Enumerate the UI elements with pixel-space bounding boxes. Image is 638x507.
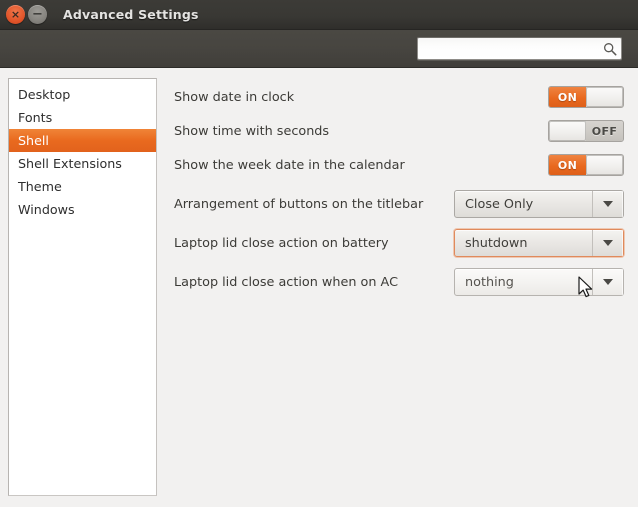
close-button[interactable]: × [6, 5, 25, 24]
close-icon: × [10, 8, 21, 21]
sidebar-item-desktop[interactable]: Desktop [9, 83, 156, 106]
chevron-down-icon[interactable] [592, 269, 623, 295]
sidebar-item-label: Windows [18, 202, 75, 217]
sidebar-item-label: Shell Extensions [18, 156, 122, 171]
sidebar-item-label: Shell [18, 133, 49, 148]
sidebar-item-shell-extensions[interactable]: Shell Extensions [9, 152, 156, 175]
sidebar-item-label: Theme [18, 179, 62, 194]
toolbar [0, 30, 638, 68]
sidebar-item-windows[interactable]: Windows [9, 198, 156, 221]
setting-label: Show the week date in the calendar [174, 157, 405, 173]
toggle-show-date-in-clock[interactable]: ON [548, 86, 624, 108]
dropdown-value: Close Only [465, 196, 534, 212]
setting-label: Laptop lid close action on battery [174, 235, 389, 251]
setting-control: shutdown [439, 229, 624, 257]
setting-row-show-date-in-clock: Show date in clock ON [169, 80, 624, 114]
setting-row-show-time-with-seconds: Show time with seconds OFF [169, 114, 624, 148]
setting-label: Laptop lid close action when on AC [174, 274, 399, 290]
setting-control: OFF [439, 120, 624, 142]
sidebar-item-fonts[interactable]: Fonts [9, 106, 156, 129]
setting-row-titlebar-buttons: Arrangement of buttons on the titlebar C… [169, 187, 624, 221]
toggle-off-label: OFF [586, 121, 623, 141]
dropdown-titlebar-buttons[interactable]: Close Only [454, 190, 624, 218]
sidebar-item-label: Fonts [18, 110, 53, 125]
sidebar-item-shell[interactable]: Shell [9, 129, 156, 152]
advanced-settings-window: × − Advanced Settings Desktop Fonts Shel… [0, 0, 638, 507]
toggle-on-label: ON [549, 155, 586, 175]
setting-control: ON [439, 154, 624, 176]
sidebar-item-label: Desktop [18, 87, 71, 102]
toggle-show-week-date[interactable]: ON [548, 154, 624, 176]
toggle-on-label: ON [549, 87, 586, 107]
dropdown-value: shutdown [465, 235, 528, 251]
window-title: Advanced Settings [63, 7, 199, 22]
setting-row-lid-battery: Laptop lid close action on battery shutd… [169, 226, 624, 260]
minimize-button[interactable]: − [28, 5, 47, 24]
category-list[interactable]: Desktop Fonts Shell Shell Extensions The… [8, 78, 157, 496]
titlebar: × − Advanced Settings [0, 0, 638, 30]
dropdown-value: nothing [465, 274, 514, 290]
toggle-show-time-with-seconds[interactable]: OFF [548, 120, 624, 142]
setting-label: Show date in clock [174, 89, 295, 105]
setting-control: Close Only [439, 190, 624, 218]
dropdown-lid-close-battery[interactable]: shutdown [454, 229, 624, 257]
content-area: Desktop Fonts Shell Shell Extensions The… [0, 68, 638, 507]
settings-panel: Show date in clock ON Show time with sec… [157, 78, 638, 507]
toggle-knob [586, 155, 623, 175]
chevron-down-icon[interactable] [592, 191, 623, 217]
setting-control: nothing [439, 268, 624, 296]
minimize-icon: − [32, 6, 43, 22]
sidebar-item-theme[interactable]: Theme [9, 175, 156, 198]
search-container [417, 37, 622, 60]
toggle-knob [549, 121, 586, 141]
setting-row-lid-ac: Laptop lid close action when on AC nothi… [169, 265, 624, 299]
setting-row-show-week-date: Show the week date in the calendar ON [169, 148, 624, 182]
toggle-knob [586, 87, 623, 107]
chevron-down-icon[interactable] [592, 230, 623, 256]
setting-label: Show time with seconds [174, 123, 330, 139]
setting-control: ON [439, 86, 624, 108]
setting-label: Arrangement of buttons on the titlebar [174, 196, 424, 212]
dropdown-lid-close-ac[interactable]: nothing [454, 268, 624, 296]
search-input[interactable] [417, 37, 622, 60]
